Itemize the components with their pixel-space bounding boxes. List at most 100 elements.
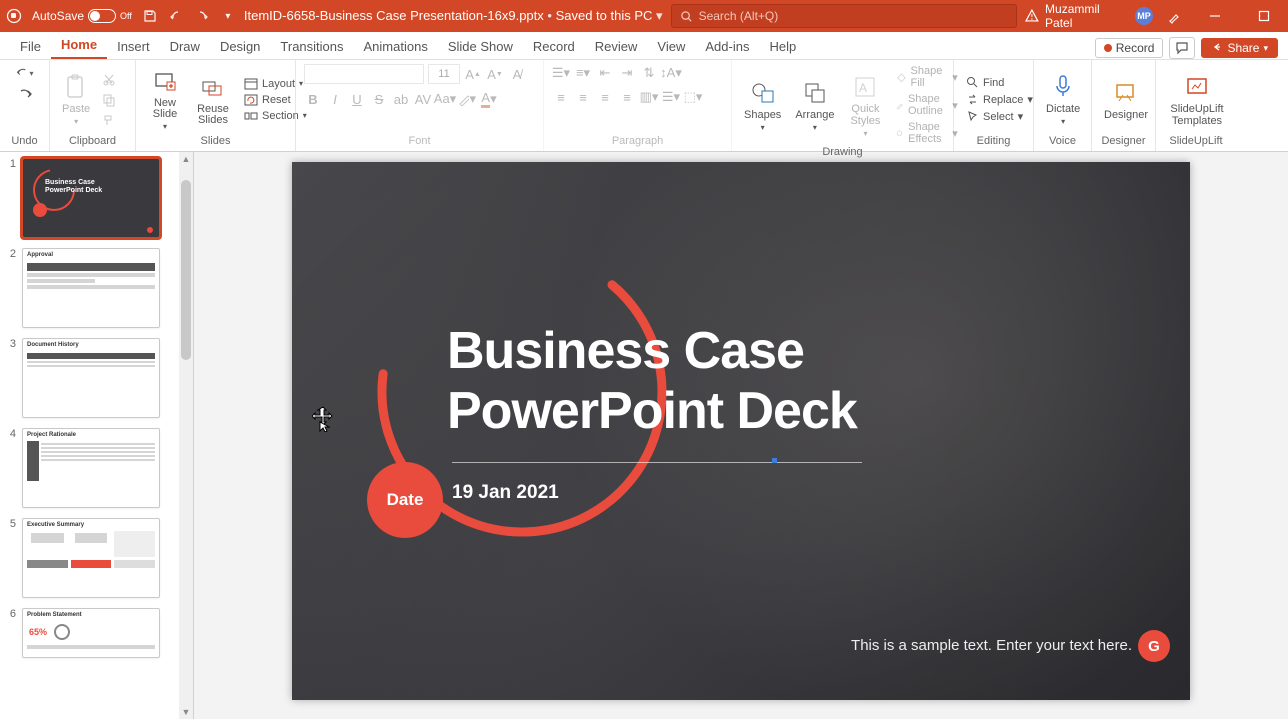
scroll-up-icon[interactable]: ▲ — [182, 152, 191, 166]
g-badge[interactable]: G — [1138, 630, 1170, 662]
decrease-font-icon[interactable]: A▼ — [486, 65, 504, 83]
shadow-button[interactable]: ab — [392, 90, 410, 108]
shape-effects-button[interactable]: Shape Effects▾ — [892, 120, 961, 146]
thumbnail-scrollbar[interactable]: ▲ ▼ — [179, 152, 193, 719]
tab-animations[interactable]: Animations — [354, 34, 438, 59]
replace-icon — [966, 93, 979, 106]
line-spacing-icon[interactable]: ⇅ — [640, 64, 658, 82]
thumbnail-slide-3[interactable]: 3 Document History — [6, 338, 174, 418]
date-badge[interactable]: Date — [367, 462, 443, 538]
slide-canvas-area[interactable]: Business Case PowerPoint Deck Date 19 Ja… — [194, 152, 1288, 719]
tab-file[interactable]: File — [10, 34, 51, 59]
designer-button[interactable]: Designer — [1100, 77, 1152, 123]
select-icon — [966, 110, 979, 123]
bold-button[interactable]: B — [304, 90, 322, 108]
redo-qat-icon[interactable] — [194, 8, 210, 24]
minimize-button[interactable] — [1197, 2, 1233, 30]
strike-button[interactable]: S — [370, 90, 388, 108]
comments-icon[interactable] — [1169, 37, 1195, 59]
format-painter-icon[interactable] — [100, 111, 118, 129]
app-icon — [6, 8, 22, 24]
shape-fill-button[interactable]: Shape Fill▾ — [892, 64, 961, 90]
slideuplift-button[interactable]: SlideUpLift Templates — [1164, 71, 1230, 129]
increase-font-icon[interactable]: A▲ — [464, 65, 482, 83]
font-color-icon[interactable]: A▾ — [480, 90, 498, 108]
justify-icon[interactable]: ≡ — [618, 88, 636, 106]
tab-transitions[interactable]: Transitions — [270, 34, 353, 59]
tab-review[interactable]: Review — [585, 34, 648, 59]
toggle-icon — [88, 9, 116, 23]
undo-button[interactable]: ▾ — [16, 64, 34, 82]
tab-add-ins[interactable]: Add-ins — [695, 34, 759, 59]
decrease-indent-icon[interactable]: ⇤ — [596, 64, 614, 82]
tab-home[interactable]: Home — [51, 32, 107, 59]
thumbnail-slide-5[interactable]: 5 Executive Summary — [6, 518, 174, 598]
search-input[interactable]: Search (Alt+Q) — [671, 4, 1018, 28]
title-bar: AutoSave Off ▾ ItemID-6658-Business Case… — [0, 0, 1288, 32]
redo-button[interactable] — [16, 86, 34, 104]
smartart-icon[interactable]: ⬚▾ — [684, 88, 702, 106]
undo-qat-icon[interactable] — [168, 8, 184, 24]
group-label-clipboard: Clipboard — [58, 135, 127, 149]
thumbnail-slide-2[interactable]: 2 Approval — [6, 248, 174, 328]
sample-text[interactable]: This is a sample text. Enter your text h… — [851, 637, 1132, 654]
font-name-combo[interactable] — [304, 64, 424, 84]
highlight-icon[interactable]: ▾ — [458, 90, 476, 108]
increase-indent-icon[interactable]: ⇥ — [618, 64, 636, 82]
autosave-toggle[interactable]: AutoSave Off — [32, 9, 132, 23]
new-slide-button[interactable]: New Slide▾ — [144, 66, 186, 133]
record-button[interactable]: Record — [1095, 38, 1164, 58]
tab-view[interactable]: View — [647, 34, 695, 59]
find-button[interactable]: Find — [962, 75, 1037, 90]
numbering-icon[interactable]: ≡▾ — [574, 64, 592, 82]
selection-handle[interactable] — [772, 458, 777, 463]
date-value[interactable]: 19 Jan 2021 — [452, 482, 559, 504]
scrollbar-handle[interactable] — [181, 180, 191, 360]
align-center-icon[interactable]: ≡ — [574, 88, 592, 106]
underline-button[interactable]: U — [348, 90, 366, 108]
align-text-icon[interactable]: ☰▾ — [662, 88, 680, 106]
thumbnail-slide-4[interactable]: 4 Project Rationale — [6, 428, 174, 508]
italic-button[interactable]: I — [326, 90, 344, 108]
share-button[interactable]: Share ▾ — [1201, 38, 1278, 58]
scroll-down-icon[interactable]: ▼ — [182, 705, 191, 719]
tab-record[interactable]: Record — [523, 34, 585, 59]
slide-title[interactable]: Business Case PowerPoint Deck — [447, 322, 857, 442]
copy-icon[interactable] — [100, 91, 118, 109]
dictate-button[interactable]: Dictate▾ — [1042, 71, 1084, 128]
slide-thumbnails-panel: 1 Business Case PowerPoint Deck 2 Approv… — [0, 152, 194, 719]
columns-icon[interactable]: ▥▾ — [640, 88, 658, 106]
bullets-icon[interactable]: ☰▾ — [552, 64, 570, 82]
shape-outline-button[interactable]: Shape Outline▾ — [892, 92, 961, 118]
quick-styles-button[interactable]: A Quick Styles▾ — [844, 71, 886, 140]
tab-design[interactable]: Design — [210, 34, 270, 59]
tab-slide-show[interactable]: Slide Show — [438, 34, 523, 59]
thumbnail-slide-1[interactable]: 1 Business Case PowerPoint Deck — [6, 158, 174, 238]
maximize-button[interactable] — [1246, 2, 1282, 30]
clear-formatting-icon[interactable]: A̸ — [508, 65, 526, 83]
group-label-undo: Undo — [8, 135, 41, 149]
align-right-icon[interactable]: ≡ — [596, 88, 614, 106]
change-case-icon[interactable]: Aa▾ — [436, 90, 454, 108]
document-title[interactable]: ItemID-6658-Business Case Presentation-1… — [244, 8, 663, 24]
brush-icon[interactable] — [1167, 8, 1183, 24]
qat-more-icon[interactable]: ▾ — [220, 8, 236, 24]
reuse-slides-button[interactable]: Reuse Slides — [192, 72, 234, 128]
align-left-icon[interactable]: ≡ — [552, 88, 570, 106]
tab-help[interactable]: Help — [759, 34, 806, 59]
account-button[interactable]: Muzammil Patel MP — [1025, 2, 1153, 30]
cut-icon[interactable] — [100, 71, 118, 89]
tab-draw[interactable]: Draw — [160, 34, 210, 59]
replace-button[interactable]: Replace▾ — [962, 92, 1037, 107]
slide-1[interactable]: Business Case PowerPoint Deck Date 19 Ja… — [292, 162, 1190, 700]
arrange-button[interactable]: Arrange▾ — [791, 77, 838, 134]
save-icon[interactable] — [142, 8, 158, 24]
paste-button[interactable]: Paste▾ — [58, 71, 94, 128]
tab-insert[interactable]: Insert — [107, 34, 160, 59]
font-size-combo[interactable]: 11 — [428, 64, 460, 84]
text-direction-icon[interactable]: ↕A▾ — [662, 64, 680, 82]
select-button[interactable]: Select▾ — [962, 109, 1037, 124]
shapes-button[interactable]: Shapes▾ — [740, 77, 785, 134]
thumbnail-slide-6[interactable]: 6 Problem Statement 65% — [6, 608, 174, 658]
char-spacing-icon[interactable]: AV — [414, 90, 432, 108]
